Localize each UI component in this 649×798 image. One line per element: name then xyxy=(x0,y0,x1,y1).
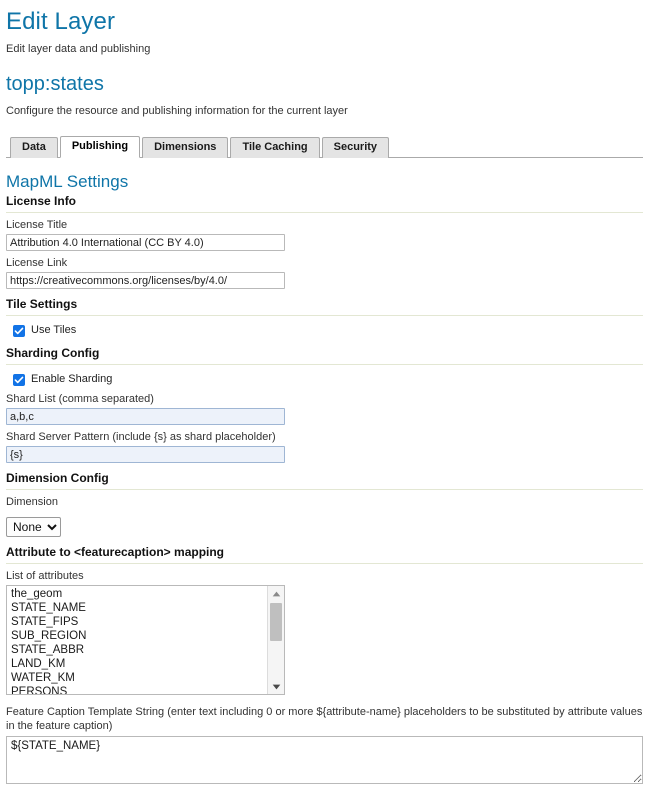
enable-sharding-label: Enable Sharding xyxy=(31,373,113,385)
license-title-label: License Title xyxy=(6,219,68,231)
license-link-input[interactable] xyxy=(6,272,285,289)
tab-data[interactable]: Data xyxy=(10,137,58,158)
list-of-attributes-label: List of attributes xyxy=(6,570,84,582)
tab-bar: Data Publishing Dimensions Tile Caching … xyxy=(6,136,643,158)
enable-sharding-row: Enable Sharding xyxy=(6,372,643,387)
list-item[interactable]: SUB_REGION xyxy=(9,629,267,643)
list-item[interactable]: PERSONS xyxy=(9,685,267,694)
license-info-heading: License Info xyxy=(6,194,643,213)
resource-title: topp:states xyxy=(6,73,104,95)
tab-publishing[interactable]: Publishing xyxy=(59,136,141,158)
list-item[interactable]: STATE_ABBR xyxy=(9,643,267,657)
dimension-select[interactable]: None xyxy=(6,517,61,537)
list-item[interactable]: WATER_KM xyxy=(9,671,267,685)
sharding-config-heading: Sharding Config xyxy=(6,346,643,365)
publishing-panel: MapML Settings License Info License Titl… xyxy=(6,158,643,784)
use-tiles-row: Use Tiles xyxy=(6,323,643,338)
list-item[interactable]: STATE_NAME xyxy=(9,601,267,615)
list-item[interactable]: LAND_KM xyxy=(9,657,267,671)
shard-list-label: Shard List (comma separated) xyxy=(6,393,154,405)
mapml-settings-heading: MapML Settings xyxy=(6,172,129,191)
dimension-config-heading: Dimension Config xyxy=(6,471,643,490)
page-title: Edit Layer xyxy=(6,8,116,35)
attributes-scrollbar[interactable] xyxy=(267,586,284,694)
shard-list-input[interactable] xyxy=(6,408,285,425)
use-tiles-label: Use Tiles xyxy=(31,324,77,336)
use-tiles-checkbox[interactable] xyxy=(13,324,25,337)
tab-tile-caching[interactable]: Tile Caching xyxy=(230,137,320,158)
feature-caption-template-textarea[interactable] xyxy=(6,736,643,784)
tab-dimensions[interactable]: Dimensions xyxy=(142,137,229,158)
check-icon xyxy=(14,327,24,334)
tab-security[interactable]: Security xyxy=(321,137,390,158)
edit-layer-page: Edit Layer Edit layer data and publishin… xyxy=(0,8,649,784)
page-subtitle: Edit layer data and publishing xyxy=(6,43,151,55)
check-icon xyxy=(14,376,24,383)
dimension-label: Dimension xyxy=(6,496,58,508)
attributes-listbox[interactable]: the_geom STATE_NAME STATE_FIPS SUB_REGIO… xyxy=(6,585,285,695)
scroll-up-arrow-icon[interactable] xyxy=(268,586,284,601)
tile-settings-heading: Tile Settings xyxy=(6,297,643,316)
resource-subtitle: Configure the resource and publishing in… xyxy=(6,105,348,117)
attributes-items: the_geom STATE_NAME STATE_FIPS SUB_REGIO… xyxy=(7,586,267,694)
scroll-down-arrow-icon[interactable] xyxy=(268,679,284,694)
shard-server-pattern-input[interactable] xyxy=(6,446,285,463)
list-item[interactable]: STATE_FIPS xyxy=(9,615,267,629)
list-item[interactable]: the_geom xyxy=(9,587,267,601)
license-title-input[interactable] xyxy=(6,234,285,251)
shard-server-pattern-label: Shard Server Pattern (include {s} as sha… xyxy=(6,431,276,443)
featurecaption-mapping-heading: Attribute to <featurecaption> mapping xyxy=(6,545,643,564)
license-link-label: License Link xyxy=(6,257,68,269)
feature-caption-template-label: Feature Caption Template String (enter t… xyxy=(6,706,643,732)
scrollbar-thumb[interactable] xyxy=(270,603,282,641)
enable-sharding-checkbox[interactable] xyxy=(13,373,25,386)
